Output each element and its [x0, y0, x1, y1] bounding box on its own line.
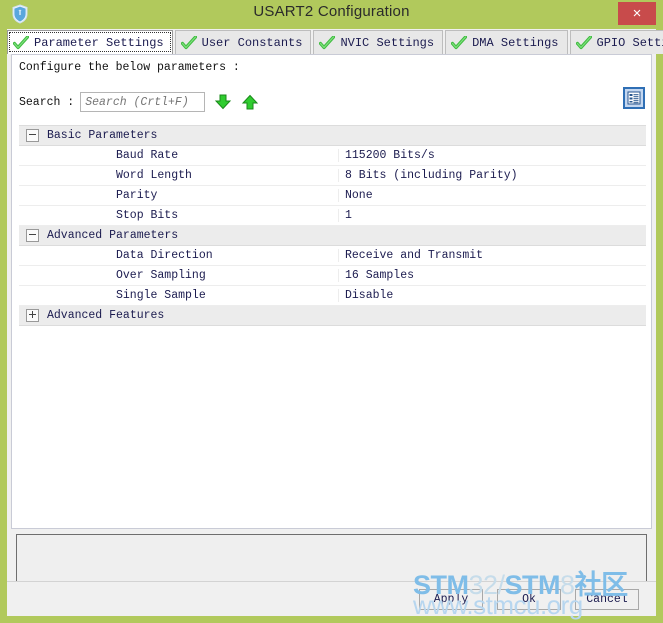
tab-gpio-settings[interactable]: GPIO Settings: [569, 30, 663, 54]
dialog-frame: Parameter Settings User Constants NVIC Set…: [7, 29, 663, 616]
collapse-icon[interactable]: [26, 229, 39, 242]
parameter-value[interactable]: Disable: [338, 289, 646, 302]
parameter-name: Data Direction: [116, 249, 213, 262]
parameter-value[interactable]: 8 Bits (including Parity): [338, 169, 646, 182]
up-arrow-icon[interactable]: [241, 93, 259, 111]
tab-user-constants[interactable]: User Constants: [174, 30, 312, 54]
table-row[interactable]: Word Length 8 Bits (including Parity): [19, 166, 646, 186]
parameter-name: Baud Rate: [116, 149, 179, 162]
parameter-name: Parity: [116, 189, 158, 202]
parameter-name: Over Sampling: [116, 269, 206, 282]
group-header-advanced-parameters[interactable]: Advanced Parameters: [19, 226, 646, 246]
table-row[interactable]: Over Sampling 16 Samples: [19, 266, 646, 286]
table-row[interactable]: Data Direction Receive and Transmit: [19, 246, 646, 266]
down-arrow-icon[interactable]: [214, 93, 232, 111]
parameter-value[interactable]: Receive and Transmit: [338, 249, 646, 262]
cancel-button[interactable]: Cancel: [575, 589, 639, 610]
tab-label: User Constants: [201, 35, 303, 50]
tab-label: NVIC Settings: [340, 35, 435, 50]
collapse-icon[interactable]: [26, 129, 39, 142]
parameter-name: Stop Bits: [116, 209, 179, 222]
tab-label: DMA Settings: [472, 35, 559, 50]
parameter-name: Single Sample: [116, 289, 206, 302]
group-title: Advanced Parameters: [47, 229, 179, 242]
green-check-icon: [12, 34, 30, 50]
green-check-icon: [575, 34, 592, 50]
parameter-name: Word Length: [116, 169, 192, 182]
group-header-basic-parameters[interactable]: Basic Parameters: [19, 126, 646, 146]
button-bar: Apply Ok Cancel: [7, 581, 656, 616]
table-row[interactable]: Stop Bits 1: [19, 206, 646, 226]
window-title: USART2 Configuration: [253, 3, 410, 20]
group-header-advanced-features[interactable]: Advanced Features: [19, 306, 646, 326]
search-label: Search :: [19, 95, 75, 109]
tab-label: GPIO Settings: [596, 35, 663, 50]
green-check-icon: [450, 34, 468, 50]
green-check-icon: [319, 34, 336, 50]
ok-button[interactable]: Ok: [497, 589, 561, 610]
list-view-icon[interactable]: [623, 87, 645, 109]
title-bar: USART2 Configuration ×: [0, 0, 663, 27]
close-button[interactable]: ×: [618, 2, 656, 25]
table-row[interactable]: Single Sample Disable: [19, 286, 646, 306]
instruction-text: Configure the below parameters :: [19, 61, 240, 74]
tab-parameter-settings[interactable]: Parameter Settings: [7, 30, 173, 54]
parameter-table: Basic Parameters Baud Rate 115200 Bits/s Wo…: [19, 125, 646, 520]
search-input[interactable]: [80, 92, 206, 112]
parameter-value[interactable]: 1: [338, 209, 646, 222]
expand-icon[interactable]: [26, 309, 39, 322]
tab-dma-settings[interactable]: DMA Settings: [445, 30, 568, 54]
parameter-value[interactable]: None: [338, 189, 646, 202]
close-icon: ×: [632, 5, 642, 22]
parameter-value[interactable]: 16 Samples: [338, 269, 646, 282]
search-row: Search :: [19, 89, 645, 115]
parameter-settings-panel: Configure the below parameters : Search …: [11, 54, 652, 529]
tab-label: Parameter Settings: [34, 35, 164, 50]
tab-strip: Parameter Settings User Constants NVIC Set…: [7, 29, 663, 54]
apply-button[interactable]: Apply: [419, 589, 483, 610]
table-row[interactable]: Parity None: [19, 186, 646, 206]
table-row[interactable]: Baud Rate 115200 Bits/s: [19, 146, 646, 166]
parameter-value[interactable]: 115200 Bits/s: [338, 149, 646, 162]
tab-nvic-settings[interactable]: NVIC Settings: [313, 30, 444, 54]
group-title: Basic Parameters: [47, 129, 158, 142]
green-check-icon: [180, 34, 197, 50]
usart2-configuration-window: USART2 Configuration × Parameter Setting…: [0, 0, 663, 623]
group-title: Advanced Features: [47, 309, 165, 322]
